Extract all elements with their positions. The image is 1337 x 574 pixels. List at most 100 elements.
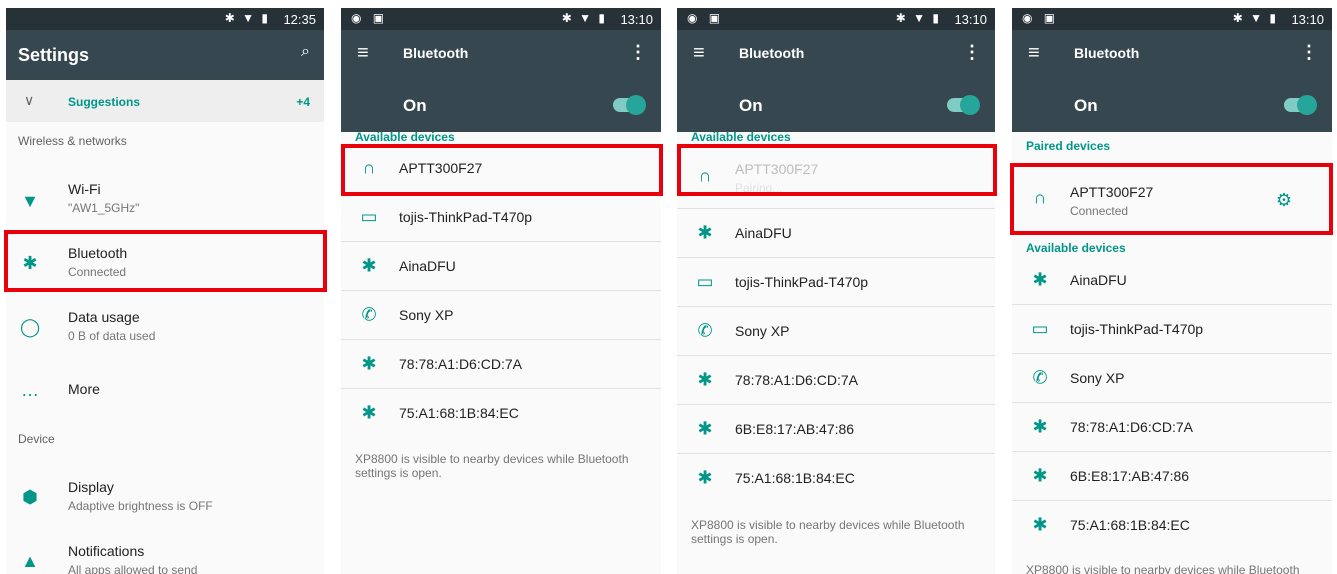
status-bar: ◉ ▣ ✱ ▼ ▮ 13:10 <box>341 8 661 30</box>
status-bar: ✱ ▼ ▮ 12:35 <box>6 8 324 30</box>
item-subtitle: Adaptive brightness is OFF <box>68 499 213 513</box>
device-row[interactable]: ✱ AinaDFU <box>341 242 661 291</box>
device-row[interactable]: ✆ Sony XP <box>677 307 995 356</box>
device-name: tojis-ThinkPad-T470p <box>399 209 533 225</box>
bluetooth-toggle[interactable] <box>1284 95 1317 115</box>
toggle-knob <box>960 95 980 115</box>
bluetooth-master-switch[interactable]: On <box>341 80 661 132</box>
device-name: 75:A1:68:1B:84:EC <box>735 470 855 486</box>
device-name: Sony XP <box>399 307 454 323</box>
section-paired: Paired devices <box>1026 139 1111 153</box>
device-row[interactable]: ✱ 78:78:A1:D6:CD:7A <box>1012 403 1332 452</box>
device-row[interactable]: ▭ tojis-ThinkPad-T470p <box>677 258 995 307</box>
category-wireless: Wireless & networks <box>18 134 127 148</box>
device-row[interactable]: ✆ Sony XP <box>1012 354 1332 403</box>
phone-icon: ✆ <box>697 320 713 341</box>
highlight-box <box>4 230 327 292</box>
bluetooth-master-switch[interactable]: On <box>1012 80 1332 132</box>
device-row[interactable]: ✱ 75:A1:68:1B:84:EC <box>1012 501 1332 549</box>
bluetooth-screen-scanning: ◉ ▣ ✱ ▼ ▮ 13:10 ≡ Bluetooth ⋮ On Availab… <box>341 8 661 574</box>
device-name: 75:A1:68:1B:84:EC <box>399 405 519 421</box>
bluetooth-icon: ✱ <box>1032 465 1048 486</box>
device-row[interactable]: ✱ 6B:E8:17:AB:47:86 <box>677 405 995 454</box>
highlight-box <box>1010 163 1333 235</box>
device-row[interactable]: ✱ AinaDFU <box>677 209 995 258</box>
bluetooth-icon: ✱ <box>697 418 713 439</box>
wifi-icon: ▼ <box>21 191 39 211</box>
overflow-menu-icon[interactable]: ⋮ <box>629 42 647 63</box>
device-name: 78:78:A1:D6:CD:7A <box>399 356 522 372</box>
notification-icons: ◉ ▣ <box>687 11 725 25</box>
device-name: AinaDFU <box>1070 272 1127 288</box>
app-bar: ≡ Bluetooth ⋮ <box>1012 30 1332 80</box>
item-title: Notifications <box>68 543 145 559</box>
bluetooth-icon: ✱ <box>1032 269 1048 290</box>
bluetooth-toggle[interactable] <box>613 95 646 115</box>
phone-icon: ✆ <box>1032 367 1048 388</box>
device-name: 6B:E8:17:AB:47:86 <box>735 421 855 437</box>
toggle-knob <box>1297 95 1317 115</box>
settings-app-bar: Settings ⌕ <box>6 30 324 80</box>
bluetooth-icon: ✱ <box>361 353 377 374</box>
toggle-knob <box>626 95 646 115</box>
switch-label: On <box>1074 96 1098 115</box>
status-icons: ✱ ▼ ▮ <box>1232 11 1278 25</box>
page-title: Settings <box>18 45 90 65</box>
bluetooth-screen-paired: ◉ ▣ ✱ ▼ ▮ 13:10 ≡ Bluetooth ⋮ On Paired … <box>1012 8 1332 574</box>
notification-icons: ◉ ▣ <box>351 11 389 25</box>
bluetooth-icon: ✱ <box>697 222 713 243</box>
item-subtitle: "AW1_5GHz" <box>68 201 140 215</box>
status-time: 13:10 <box>1291 12 1324 27</box>
item-title: Display <box>68 479 114 495</box>
section-available: Available devices <box>691 130 791 144</box>
bluetooth-icon: ✱ <box>697 467 713 488</box>
overflow-menu-icon[interactable]: ⋮ <box>963 42 981 63</box>
bluetooth-toggle[interactable] <box>947 95 980 115</box>
bluetooth-icon: ✱ <box>1032 514 1048 535</box>
notification-icons: ◉ ▣ <box>1022 11 1060 25</box>
device-name: tojis-ThinkPad-T470p <box>735 274 869 290</box>
item-subtitle: 0 B of data used <box>68 329 156 343</box>
visibility-note: XP8800 is visible to nearby devices whil… <box>1026 563 1300 574</box>
item-title: More <box>68 381 100 397</box>
device-name: AinaDFU <box>735 225 792 241</box>
device-row[interactable]: ✱ 75:A1:68:1B:84:EC <box>677 454 995 502</box>
search-icon[interactable]: ⌕ <box>301 43 310 61</box>
laptop-icon: ▭ <box>360 206 378 227</box>
bluetooth-icon: ✱ <box>361 402 377 423</box>
suggestions-count: +4 <box>296 95 310 109</box>
bluetooth-icon: ✱ <box>1032 416 1048 437</box>
status-bar: ◉ ▣ ✱ ▼ ▮ 13:10 <box>677 8 995 30</box>
device-row[interactable]: ✱ 78:78:A1:D6:CD:7A <box>677 356 995 405</box>
device-row[interactable]: ▭ tojis-ThinkPad-T470p <box>1012 305 1332 354</box>
device-row[interactable]: ✱ 75:A1:68:1B:84:EC <box>341 389 661 437</box>
visibility-note: XP8800 is visible to nearby devices whil… <box>691 518 965 546</box>
overflow-menu-icon[interactable]: ⋮ <box>1300 42 1318 63</box>
page-title: Bluetooth <box>403 45 469 61</box>
category-device: Device <box>18 432 55 446</box>
menu-icon[interactable]: ≡ <box>357 42 369 65</box>
app-bar: ≡ Bluetooth ⋮ <box>677 30 995 80</box>
status-time: 13:10 <box>954 12 987 27</box>
status-icons: ✱ ▼ ▮ <box>561 11 607 25</box>
phone-icon: ✆ <box>361 304 377 325</box>
visibility-note: XP8800 is visible to nearby devices whil… <box>355 452 629 480</box>
highlight-box <box>677 144 997 196</box>
device-row[interactable]: ✱ AinaDFU <box>1012 256 1332 305</box>
device-name: tojis-ThinkPad-T470p <box>1070 321 1204 337</box>
device-row[interactable]: ✱ 78:78:A1:D6:CD:7A <box>341 340 661 389</box>
device-name: 75:A1:68:1B:84:EC <box>1070 517 1190 533</box>
device-row[interactable]: ✆ Sony XP <box>341 291 661 340</box>
item-subtitle: All apps allowed to send <box>68 563 198 574</box>
display-icon: ⬢ <box>22 487 38 507</box>
device-row[interactable]: ✱ 6B:E8:17:AB:47:86 <box>1012 452 1332 501</box>
device-row[interactable]: ▭ tojis-ThinkPad-T470p <box>341 193 661 242</box>
status-bar: ◉ ▣ ✱ ▼ ▮ 13:10 <box>1012 8 1332 30</box>
switch-label: On <box>403 96 427 115</box>
status-icons: ✱ ▼ ▮ <box>895 11 941 25</box>
menu-icon[interactable]: ≡ <box>1028 42 1040 65</box>
suggestions-row[interactable]: ∨ Suggestions +4 <box>6 80 324 122</box>
bluetooth-master-switch[interactable]: On <box>677 80 995 132</box>
page-title: Bluetooth <box>1074 45 1140 61</box>
menu-icon[interactable]: ≡ <box>693 42 705 65</box>
